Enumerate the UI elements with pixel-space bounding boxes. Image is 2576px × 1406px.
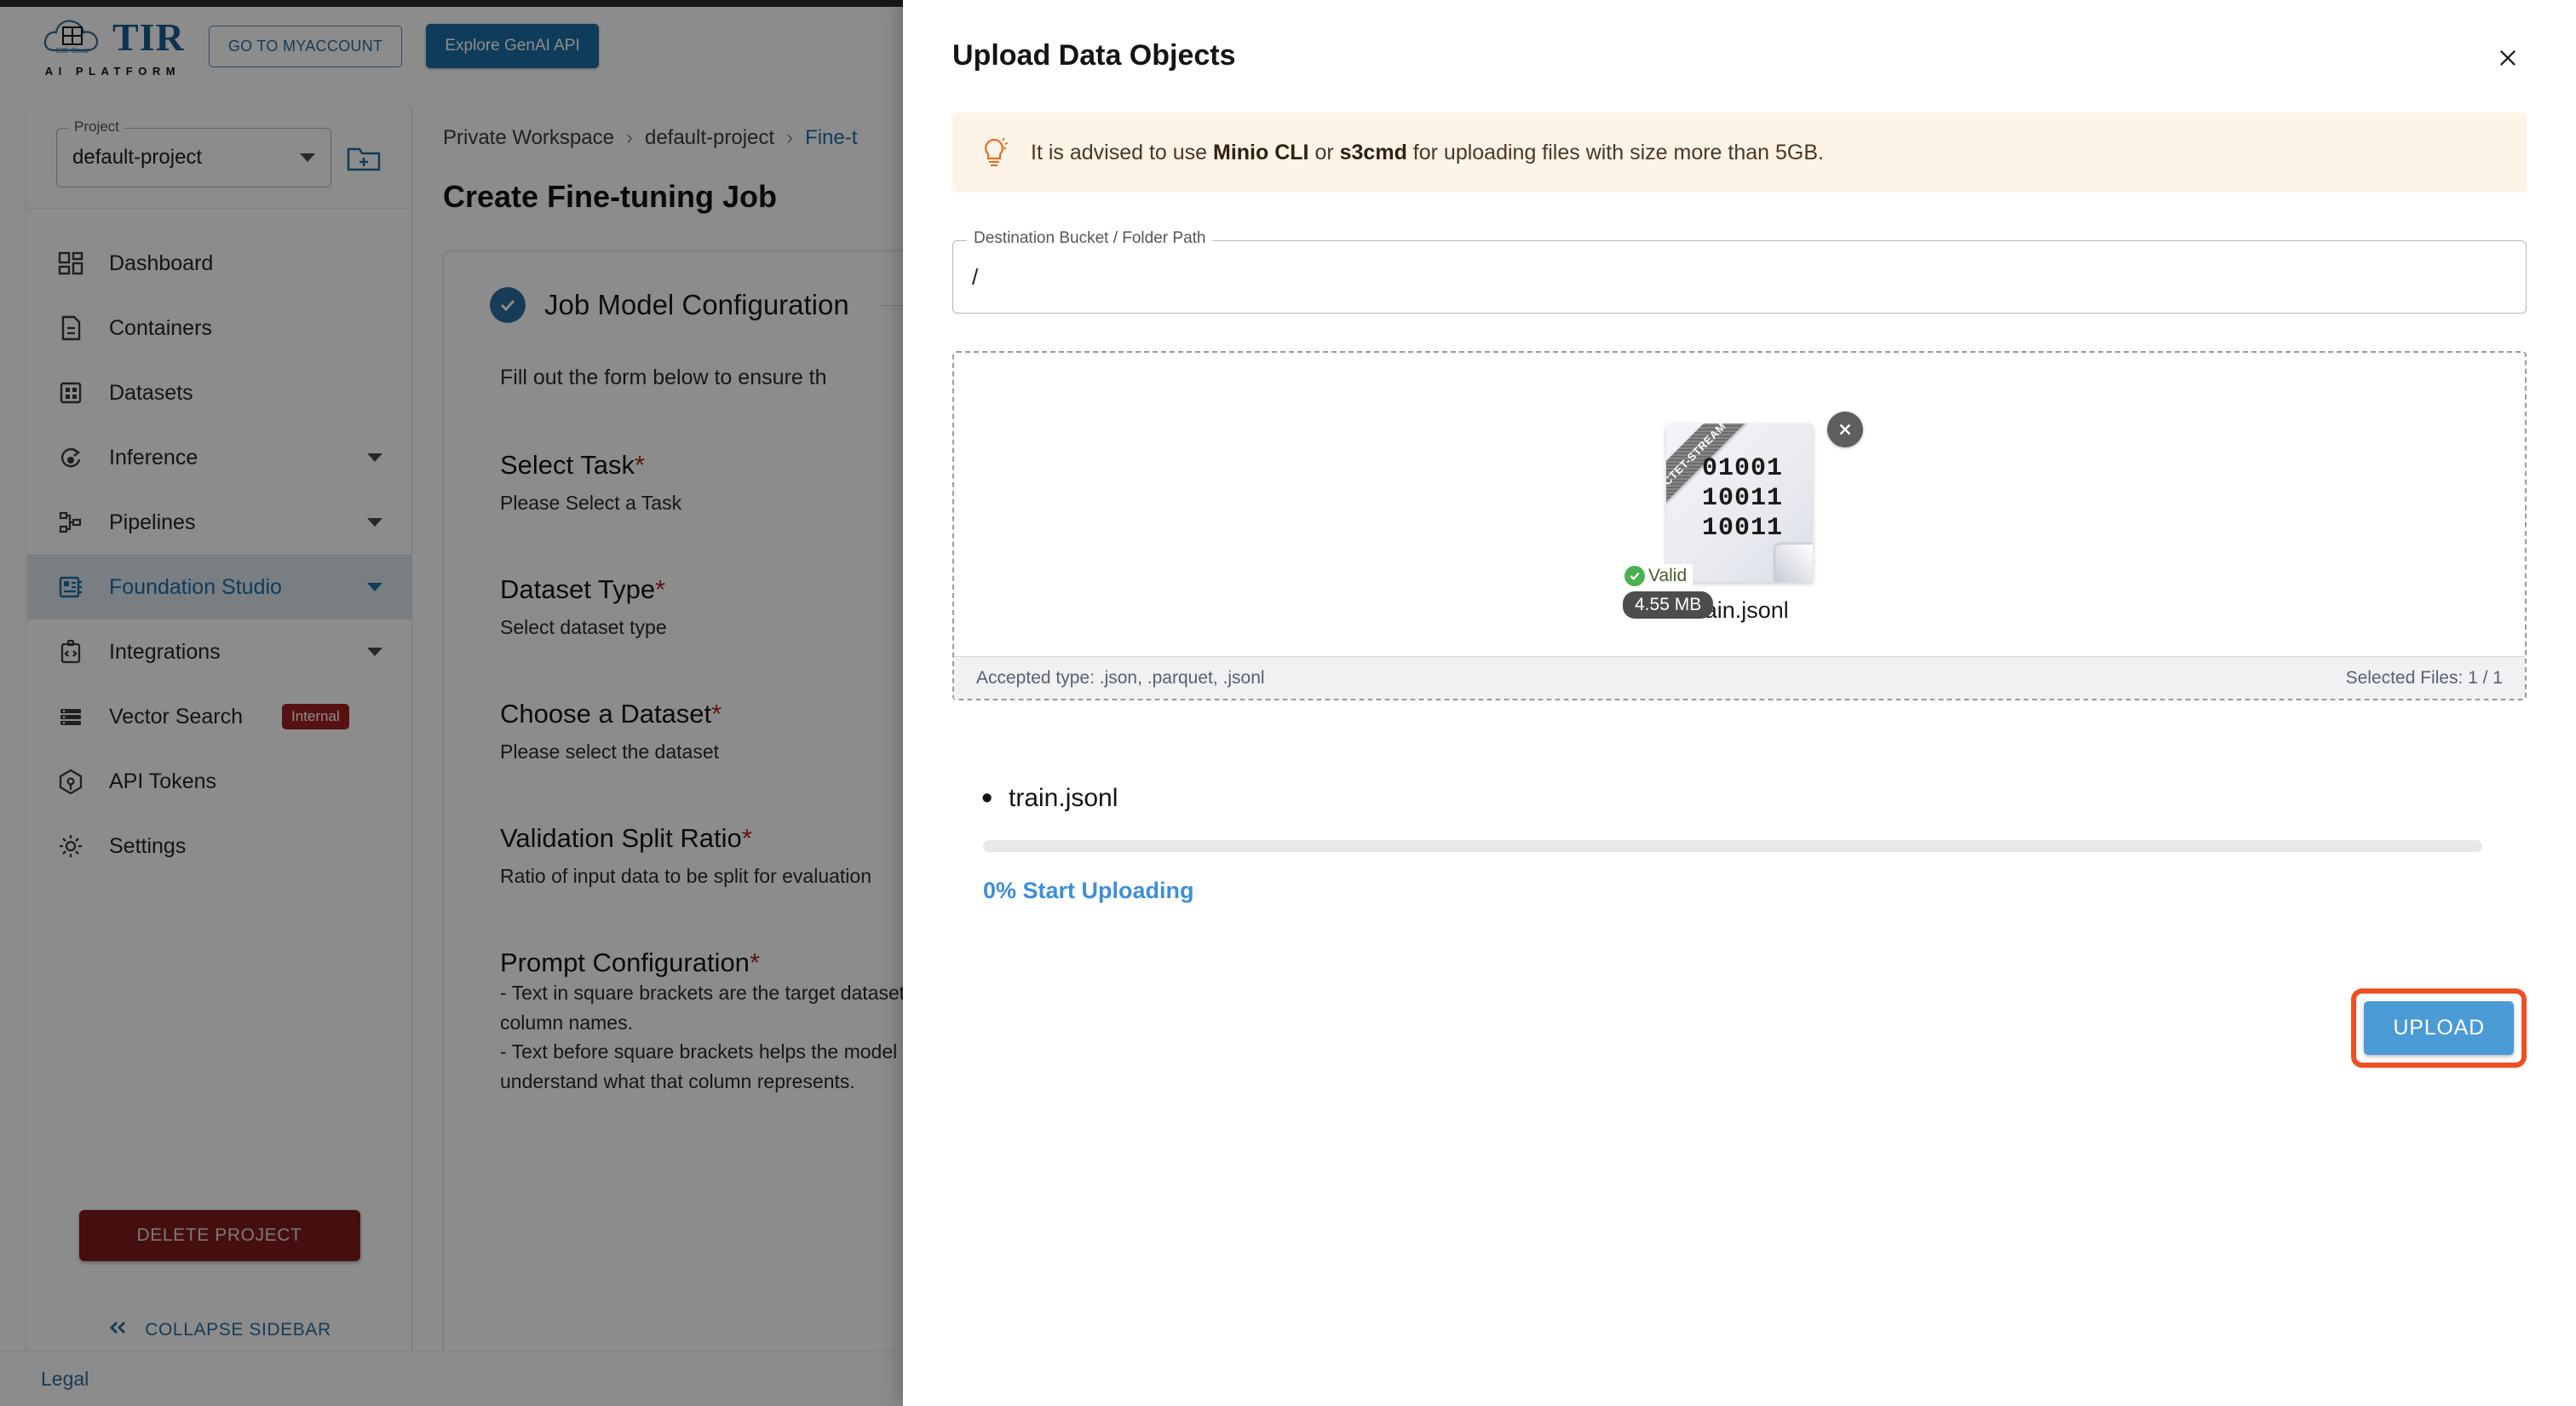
upload-button[interactable]: UPLOAD (2364, 1001, 2514, 1055)
alert-bold-minio: Minio CLI (1213, 140, 1309, 164)
destination-path-input[interactable]: Destination Bucket / Folder Path / (952, 229, 2527, 314)
file-size-badge: 4.55 MB (1623, 591, 1714, 619)
list-item: train.jsonl 0% Start Uploading (978, 781, 2527, 904)
binary-line-2: 10011 (1702, 483, 1784, 513)
upload-button-focus-ring: UPLOAD (2351, 988, 2527, 1068)
modal-header: Upload Data Objects (952, 39, 2527, 77)
modal-title: Upload Data Objects (952, 39, 1236, 72)
destination-path-value: / (972, 263, 979, 290)
selected-files-count: Selected Files: 1 / 1 (2345, 667, 2503, 688)
alert-suffix: for uploading files with size more than … (1406, 140, 1824, 164)
upload-progress-bar (983, 840, 2482, 852)
close-icon[interactable] (2489, 39, 2527, 77)
dropzone-footer: Accepted type: .json, .parquet, .jsonl S… (954, 656, 2525, 699)
page-curl-decoration (1775, 544, 1813, 582)
file-dropzone[interactable]: OCTET-STREAM 01001 10011 10011 Valid 4.5… (952, 351, 2527, 700)
binary-line-1: 01001 (1702, 453, 1784, 483)
lightbulb-icon (978, 135, 1010, 170)
alert-middle: or (1308, 140, 1340, 164)
start-uploading-link[interactable]: 0% Start Uploading (983, 878, 2527, 904)
valid-badge: Valid (1623, 563, 1693, 588)
alert-bold-s3cmd: s3cmd (1339, 140, 1407, 164)
info-alert-banner: It is advised to use Minio CLI or s3cmd … (952, 112, 2527, 193)
valid-label: Valid (1648, 565, 1688, 585)
binary-preview: 01001 10011 10011 (1702, 454, 1783, 545)
upload-queue-list: train.jsonl 0% Start Uploading (952, 781, 2527, 904)
remove-file-icon[interactable] (1827, 411, 1863, 447)
upload-item-name: train.jsonl (978, 781, 2527, 817)
alert-prefix: It is advised to use (1031, 140, 1214, 164)
file-sheet-graphic: OCTET-STREAM 01001 10011 10011 (1666, 423, 1813, 582)
upload-data-objects-modal: Upload Data Objects It is advised to use… (903, 0, 2576, 1406)
accepted-types-label: Accepted type: .json, .parquet, .jsonl (976, 667, 1265, 688)
alert-text: It is advised to use Minio CLI or s3cmd … (1031, 141, 1824, 165)
destination-path-legend: Destination Bucket / Folder Path (967, 229, 1213, 248)
binary-line-3: 10011 (1702, 514, 1784, 544)
check-icon (1624, 565, 1645, 586)
file-thumbnail: OCTET-STREAM 01001 10011 10011 Valid 4.5… (1623, 411, 1863, 624)
